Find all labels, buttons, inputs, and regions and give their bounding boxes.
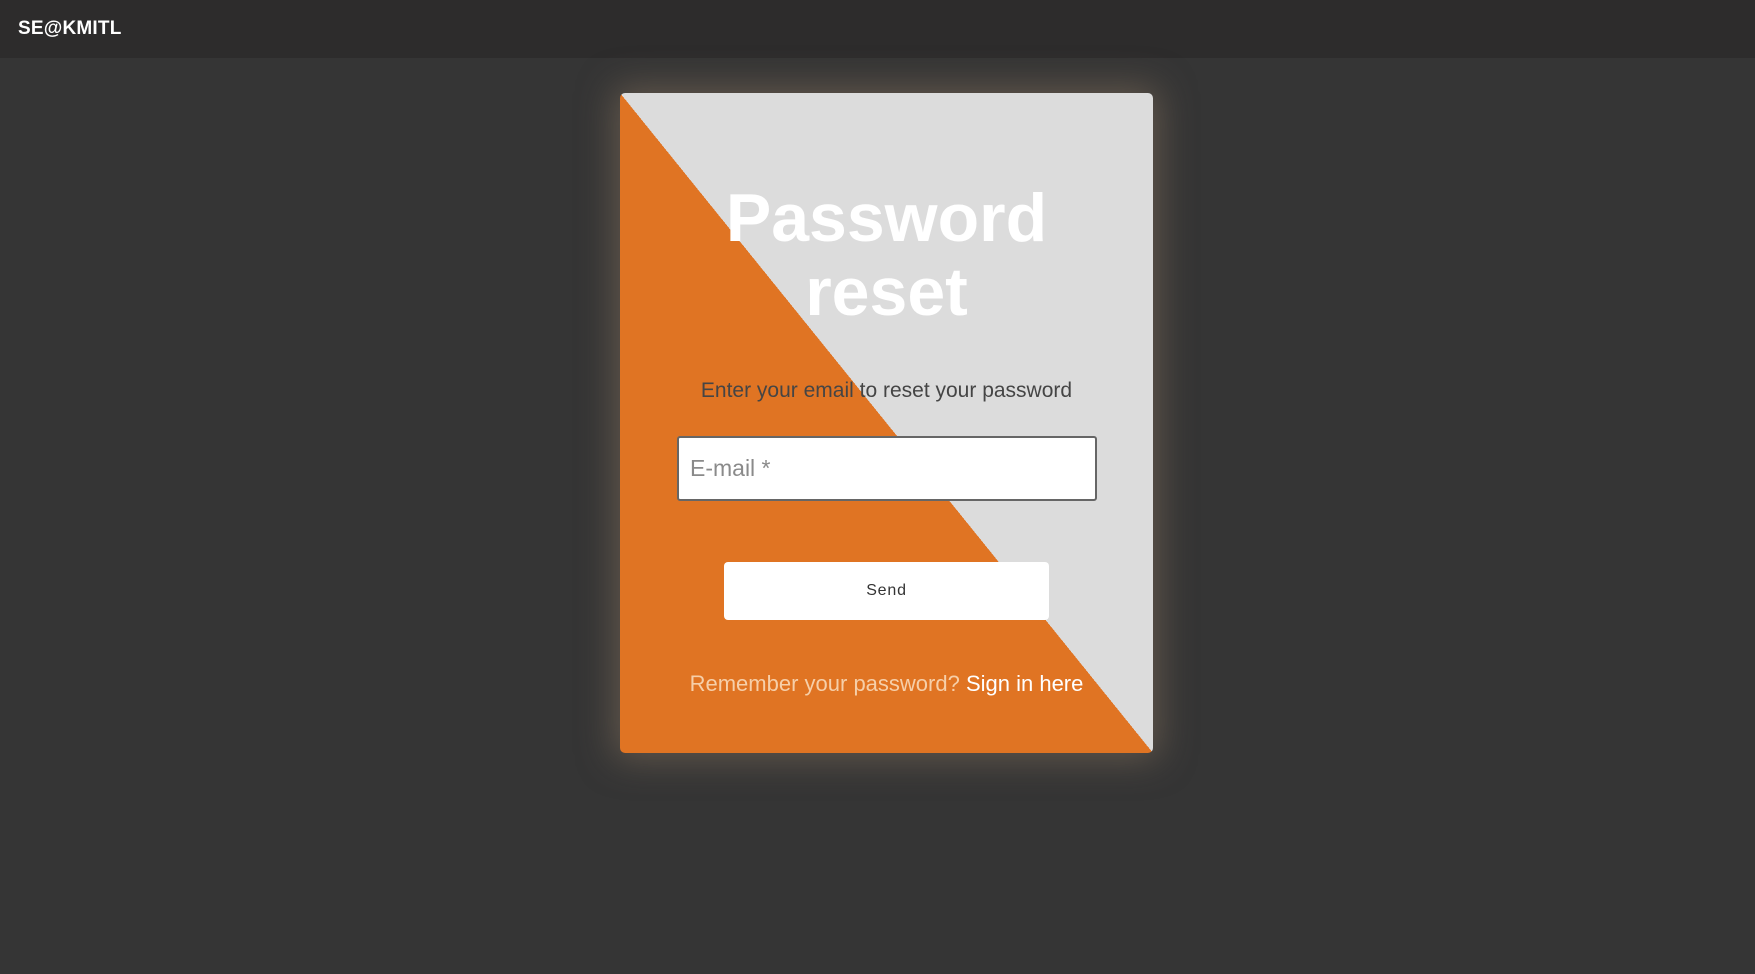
top-navbar: SE@KMITL (0, 0, 1755, 58)
email-field[interactable] (677, 436, 1097, 501)
password-reset-card: Password reset Enter your email to reset… (620, 93, 1153, 753)
remember-password-text: Remember your password? (689, 671, 966, 696)
send-button[interactable]: Send (724, 562, 1049, 620)
instruction-text: Enter your email to reset your password (700, 379, 1073, 402)
page-title: Password reset (620, 181, 1153, 329)
brand-logo[interactable]: SE@KMITL (18, 18, 122, 40)
sign-in-link[interactable]: Sign in here (966, 671, 1083, 696)
signin-prompt-row: Remember your password? Sign in here (620, 671, 1153, 697)
title-line-1: Password (725, 180, 1048, 256)
title-line-2: reset (805, 254, 968, 330)
